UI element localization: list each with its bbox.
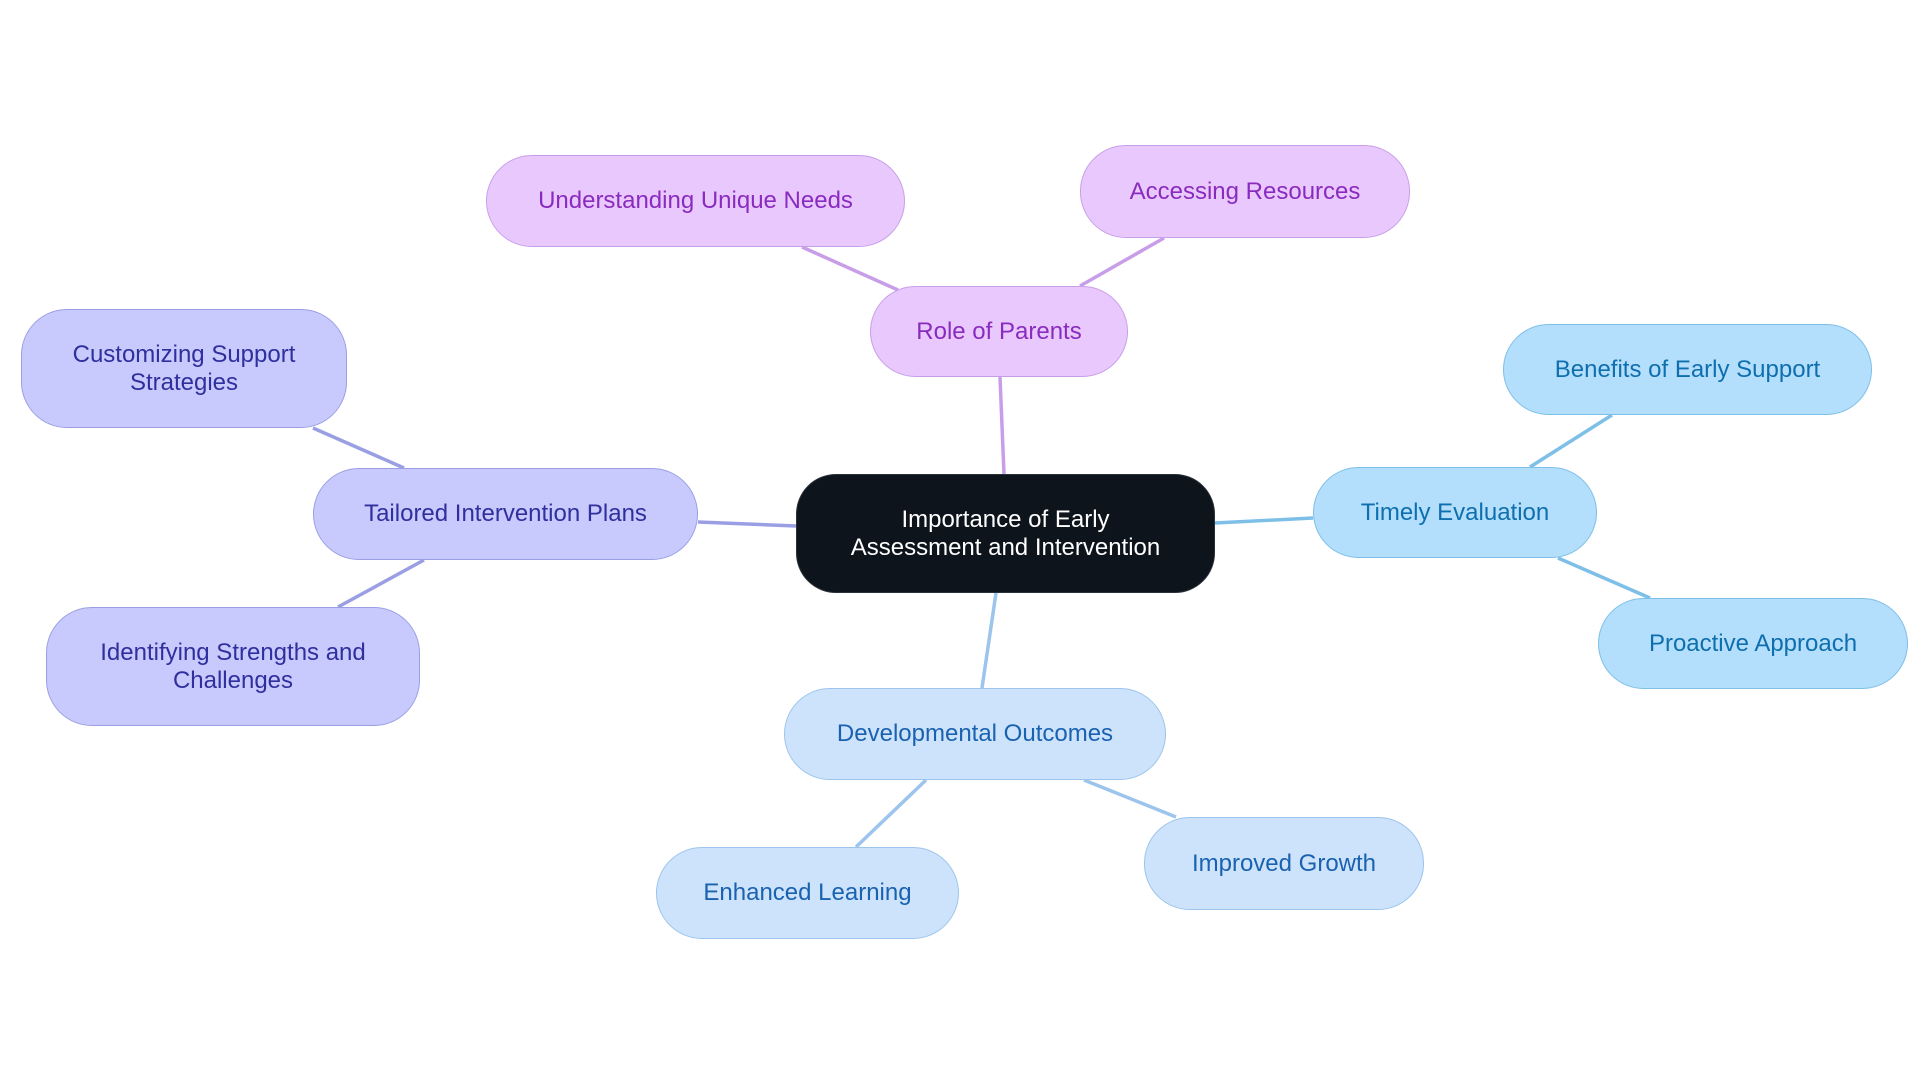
node-customizing[interactable]: Customizing Support Strategies <box>21 309 347 428</box>
node-label: Developmental Outcomes <box>836 720 1114 747</box>
connector-root-tailored <box>697 520 797 528</box>
node-unique-needs[interactable]: Understanding Unique Needs <box>486 155 905 247</box>
connector-root-parents <box>998 376 1006 475</box>
node-timely[interactable]: Timely Evaluation <box>1313 467 1597 558</box>
connector-parents-resources <box>1079 236 1165 288</box>
node-improved[interactable]: Improved Growth <box>1144 817 1424 910</box>
node-label: Importance of Early Assessment and Inter… <box>850 505 1161 561</box>
node-label: Customizing Support Strategies <box>72 340 296 396</box>
node-benefits[interactable]: Benefits of Early Support <box>1503 324 1872 415</box>
node-label: Timely Evaluation <box>1360 498 1550 526</box>
connector-developmental-enhanced <box>854 778 928 849</box>
node-label: Understanding Unique Needs <box>538 187 853 214</box>
connector-tailored-strengths <box>337 558 425 609</box>
node-tailored[interactable]: Tailored Intervention Plans <box>313 468 698 560</box>
node-developmental[interactable]: Developmental Outcomes <box>784 688 1166 780</box>
node-label: Identifying Strengths and Challenges <box>100 638 366 694</box>
node-resources[interactable]: Accessing Resources <box>1080 145 1410 238</box>
node-label: Enhanced Learning <box>703 879 912 906</box>
node-proactive[interactable]: Proactive Approach <box>1598 598 1908 689</box>
connector-developmental-improved <box>1083 778 1177 819</box>
connector-timely-proactive <box>1557 556 1651 600</box>
connector-parents-unique-needs <box>801 245 899 292</box>
node-label: Role of Parents <box>916 317 1082 345</box>
connector-timely-benefits <box>1529 413 1613 469</box>
node-label: Tailored Intervention Plans <box>364 500 647 527</box>
node-strengths[interactable]: Identifying Strengths and Challenges <box>46 607 420 726</box>
connector-root-developmental <box>980 592 998 689</box>
node-parents[interactable]: Role of Parents <box>870 286 1128 377</box>
node-root[interactable]: Importance of Early Assessment and Inter… <box>796 474 1215 593</box>
node-label: Proactive Approach <box>1648 629 1858 657</box>
node-label: Improved Growth <box>1191 849 1377 877</box>
connector-tailored-customizing <box>312 426 405 470</box>
node-label: Benefits of Early Support <box>1554 355 1821 383</box>
connector-root-timely <box>1214 516 1314 525</box>
node-enhanced[interactable]: Enhanced Learning <box>656 847 959 939</box>
node-label: Accessing Resources <box>1129 177 1361 205</box>
